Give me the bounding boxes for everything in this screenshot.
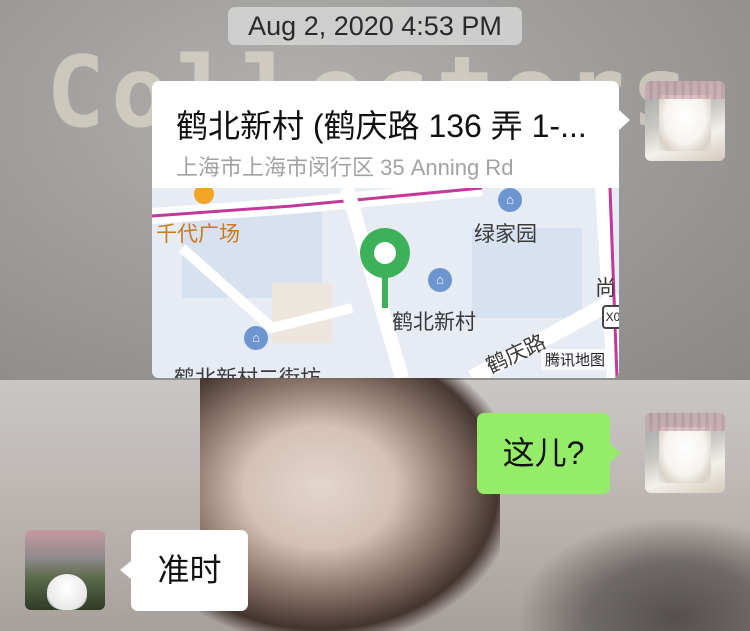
- map-poi-icon: ⌂: [428, 268, 452, 292]
- location-message-card[interactable]: 鹤北新村 (鹤庆路 136 弄 1-... 上海市上海市闵行区 35 Annin…: [152, 81, 619, 378]
- my-message-text: 这儿?: [502, 435, 585, 471]
- map-road-badge: X0: [602, 305, 619, 329]
- contact-message-bubble[interactable]: 准时: [131, 530, 248, 611]
- map-label-village: 鹤北新村: [392, 311, 476, 334]
- my-bubble-tail: [610, 444, 621, 462]
- map-label-edge: 尚: [595, 277, 616, 300]
- contact-avatar[interactable]: [25, 530, 105, 610]
- contact-bubble-tail: [120, 561, 131, 579]
- location-address: 上海市上海市闵行区 35 Anning Rd: [176, 155, 514, 180]
- map-label-street: 鹤北新村二街坊: [174, 362, 321, 378]
- location-title: 鹤北新村 (鹤庆路 136 弄 1-...: [176, 108, 587, 144]
- location-map-thumbnail[interactable]: 千代广场 绿家园 鹤北新村 鹤北新村二街坊 鹤庆路 尚 X0 ⌂ ⌂ ⌂ 腾讯地…: [152, 188, 619, 378]
- my-message-bubble[interactable]: 这儿?: [477, 413, 610, 494]
- my-avatar[interactable]: [645, 81, 725, 161]
- contact-message-text: 准时: [157, 552, 222, 588]
- map-poi-icon: ⌂: [244, 326, 268, 350]
- map-brand-logo: 腾讯地图: [540, 349, 609, 370]
- map-location-pin-icon: [360, 228, 410, 308]
- map-poi-icon: ⌂: [498, 188, 522, 212]
- map-label-green-home: 绿家园: [474, 223, 537, 246]
- map-label-mall: 千代广场: [156, 223, 240, 246]
- my-avatar[interactable]: [645, 413, 725, 493]
- location-bubble-tail: [619, 110, 630, 130]
- message-timestamp: Aug 2, 2020 4:53 PM: [228, 7, 522, 45]
- background-coat: [520, 520, 750, 631]
